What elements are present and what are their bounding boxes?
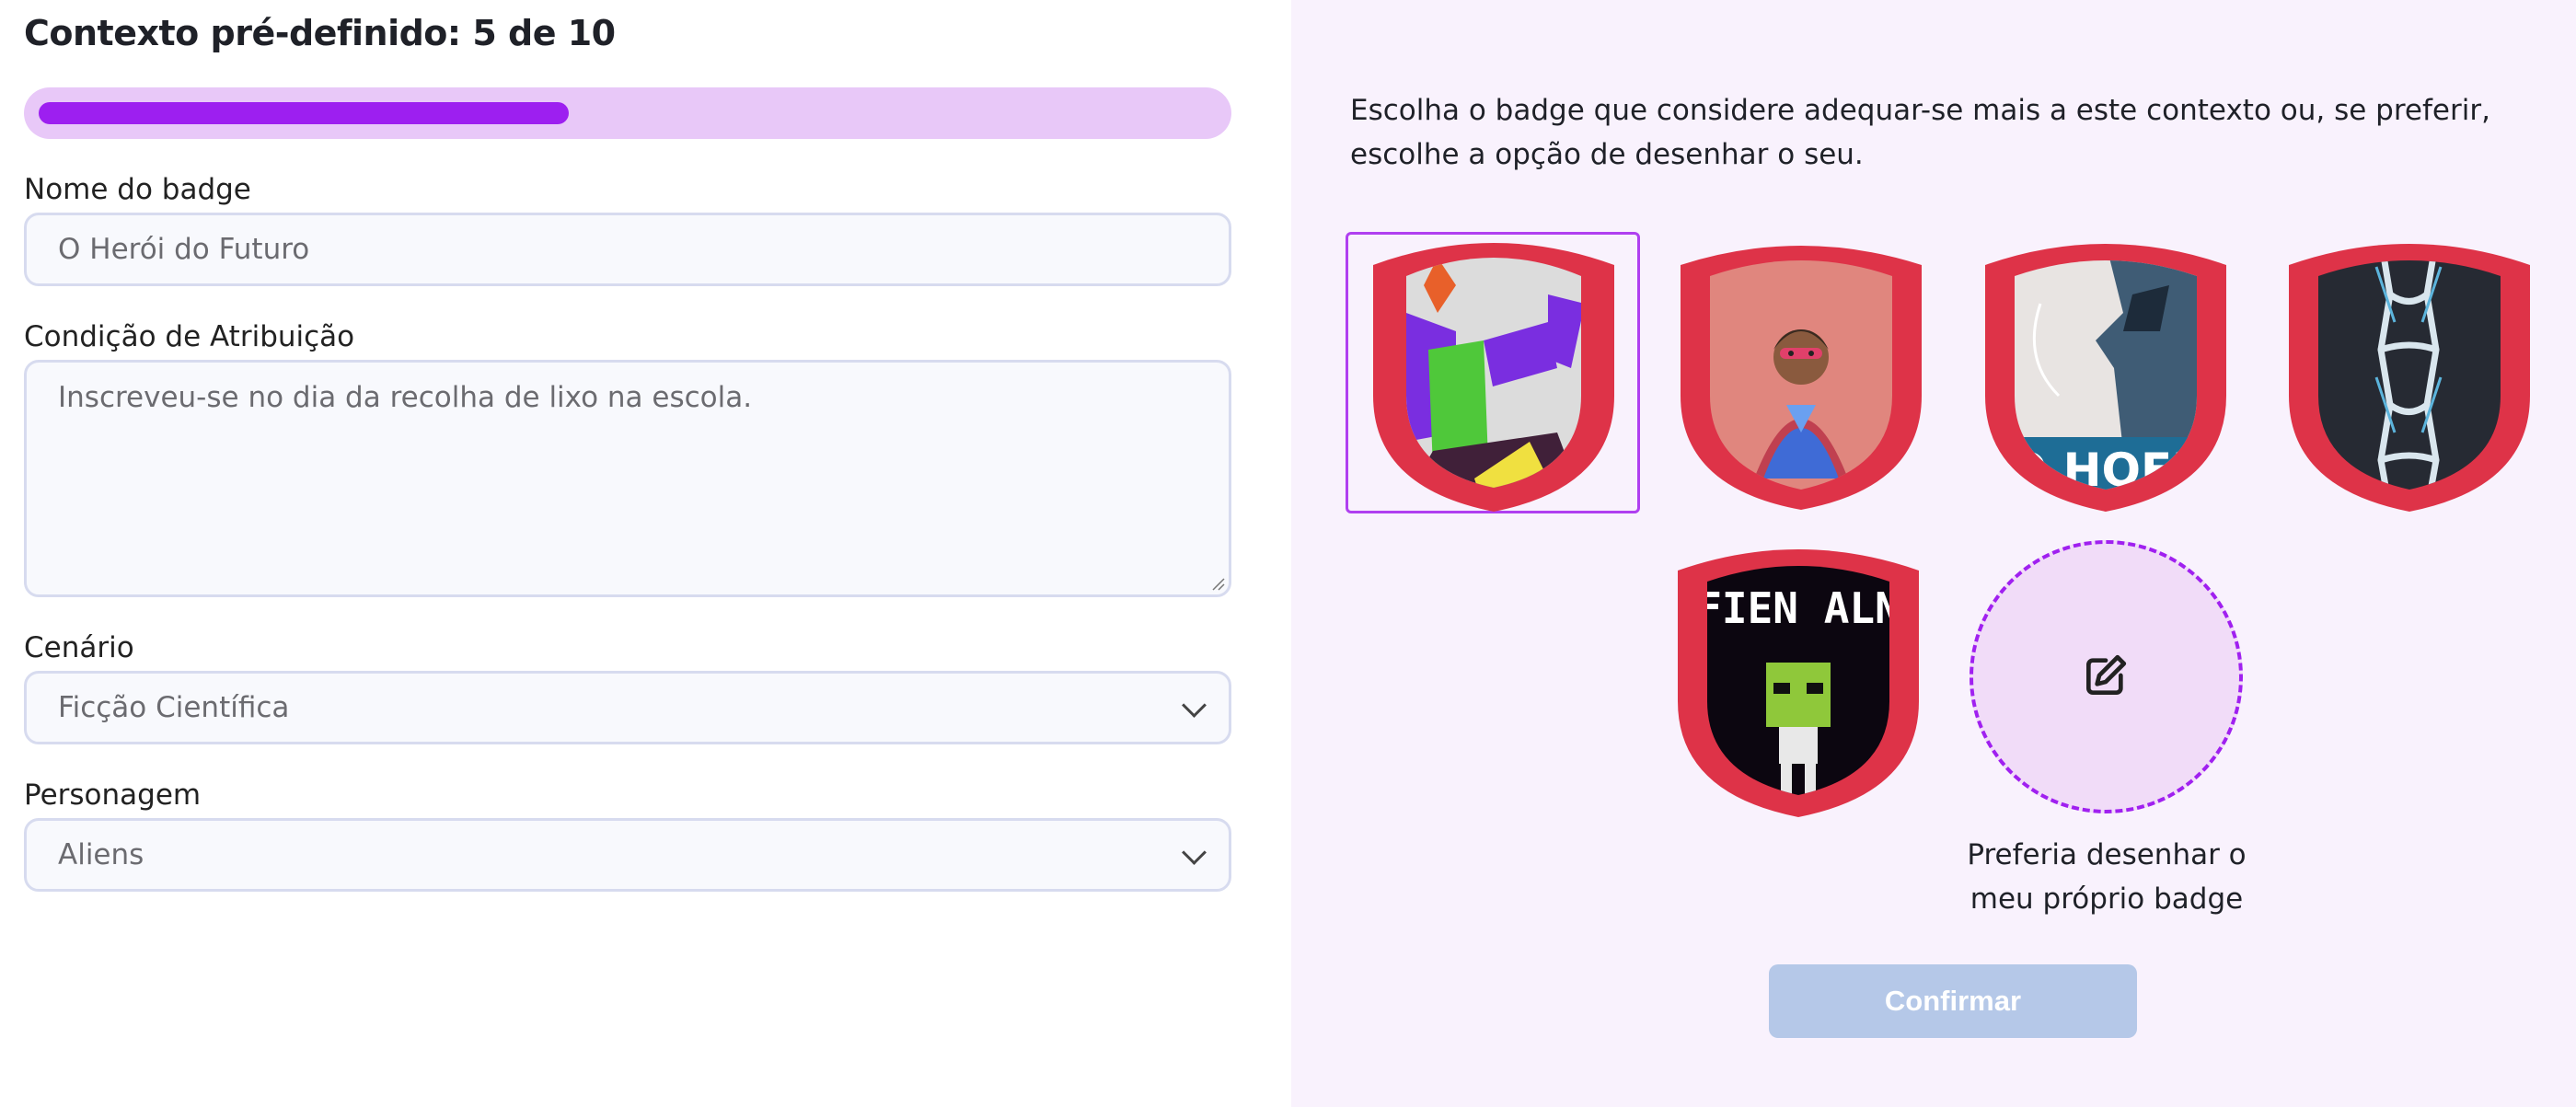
chevron-down-icon xyxy=(1182,840,1207,865)
badge-instructions: Escolha o badge que considere adequar-se… xyxy=(1350,94,2490,171)
character-value: Aliens xyxy=(58,838,144,871)
character-label: Personagem xyxy=(24,778,202,812)
badge-name-label: Nome do badge xyxy=(24,173,251,206)
badge-option-poster-art[interactable]: O HOFF xyxy=(1985,239,2226,512)
scenario-select[interactable]: Ficção Científica xyxy=(24,671,1231,744)
alien-badge-text: FIEN ALN xyxy=(1696,583,1900,633)
progress-bar xyxy=(24,87,1231,139)
badge-name-input[interactable]: O Herói do Futuro xyxy=(24,213,1231,286)
badge-name-value: O Herói do Futuro xyxy=(58,233,310,266)
edit-icon xyxy=(2086,654,2127,695)
scenario-label: Cenário xyxy=(24,631,134,664)
scenario-value: Ficção Científica xyxy=(58,691,290,724)
confirm-button[interactable]: Confirmar xyxy=(1769,964,2137,1038)
badge-option-abstract-shapes[interactable] xyxy=(1373,239,1614,512)
character-select[interactable]: Aliens xyxy=(24,818,1231,892)
condition-textarea[interactable]: Inscreveu-se no dia da recolha de lixo n… xyxy=(24,360,1231,597)
draw-own-badge-label: Preferia desenhar o meu próprio badge xyxy=(1967,838,2247,916)
badge-option-pixel-alien[interactable]: FIEN ALN xyxy=(1678,545,1919,817)
chevron-down-icon xyxy=(1182,693,1207,718)
condition-value: Inscreveu-se no dia da recolha de lixo n… xyxy=(58,381,753,414)
resize-handle-icon[interactable] xyxy=(1210,576,1225,591)
page-title: Contexto pré-definido: 5 de 10 xyxy=(24,13,616,53)
progress-bar-fill xyxy=(39,102,569,124)
badge-option-superhero[interactable] xyxy=(1681,239,1922,512)
context-form-panel: Contexto pré-definido: 5 de 10 Nome do b… xyxy=(0,0,1291,1107)
badge-option-figures-pattern[interactable] xyxy=(2289,239,2530,512)
condition-label: Condição de Atribuição xyxy=(24,320,355,353)
